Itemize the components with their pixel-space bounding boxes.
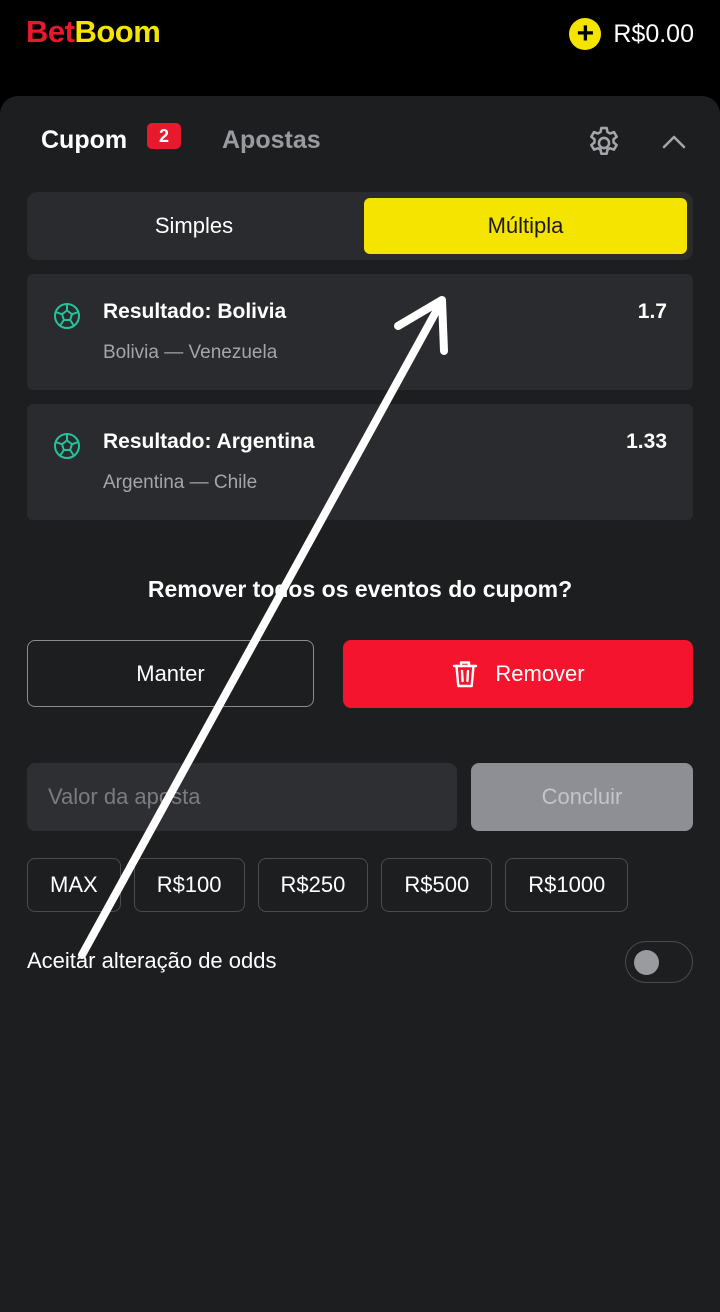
cupom-count-badge: 2 (147, 123, 181, 149)
chevron-up-icon[interactable] (660, 132, 688, 152)
event-match: Bolivia — Venezuela (103, 342, 278, 363)
accept-odds-change-toggle[interactable] (625, 941, 693, 983)
balance-widget[interactable]: + R$0.00 (569, 18, 694, 50)
logo-boom-text: Boom (74, 14, 161, 49)
tab-cupom[interactable]: Cupom (41, 126, 127, 155)
stake-amount-input[interactable] (27, 763, 457, 831)
event-odd: 1.33 (626, 430, 667, 453)
event-title: Resultado: Argentina (103, 430, 315, 453)
betslip-panel: Cupom 2 Apostas Simples Múltipla Resulta… (0, 96, 720, 1312)
event-odd: 1.7 (637, 300, 667, 323)
trash-icon (453, 661, 478, 688)
tab-apostas[interactable]: Apostas (222, 126, 321, 155)
quick-amount-chips: MAX R$100 R$250 R$500 R$1000 (27, 858, 629, 912)
keep-button[interactable]: Manter (27, 640, 314, 707)
quick-amount-100[interactable]: R$100 (133, 858, 245, 912)
soccer-ball-icon (54, 433, 80, 459)
quick-amount-max[interactable]: MAX (27, 858, 121, 912)
quick-amount-250[interactable]: R$250 (257, 858, 369, 912)
betboom-logo[interactable]: BetBoom (26, 14, 161, 50)
remove-button[interactable]: Remover (343, 640, 693, 708)
quick-amount-500[interactable]: R$500 (381, 858, 493, 912)
logo-bet-text: Bet (26, 14, 75, 49)
remove-button-label: Remover (495, 661, 585, 686)
event-card[interactable]: Resultado: Argentina Argentina — Chile 1… (27, 404, 693, 520)
multipla-option[interactable]: Múltipla (364, 198, 687, 254)
gear-icon[interactable] (585, 124, 623, 162)
toggle-knob (634, 950, 659, 975)
event-match: Argentina — Chile (103, 472, 258, 493)
soccer-ball-icon (54, 303, 80, 329)
balance-amount: R$0.00 (613, 19, 694, 48)
plus-icon[interactable]: + (569, 18, 602, 50)
bet-type-switch: Simples Múltipla (27, 192, 693, 260)
quick-amount-1000[interactable]: R$1000 (505, 858, 629, 912)
simples-option[interactable]: Simples (33, 198, 355, 254)
conclude-button[interactable]: Concluir (471, 763, 693, 831)
top-bar: BetBoom + R$0.00 (0, 0, 720, 82)
event-card[interactable]: Resultado: Bolivia Bolivia — Venezuela 1… (27, 274, 693, 390)
event-title: Resultado: Bolivia (103, 300, 287, 323)
remove-confirm-question: Remover todos os eventos do cupom? (147, 576, 573, 602)
accept-odds-change-label: Aceitar alteração de odds (27, 948, 277, 973)
